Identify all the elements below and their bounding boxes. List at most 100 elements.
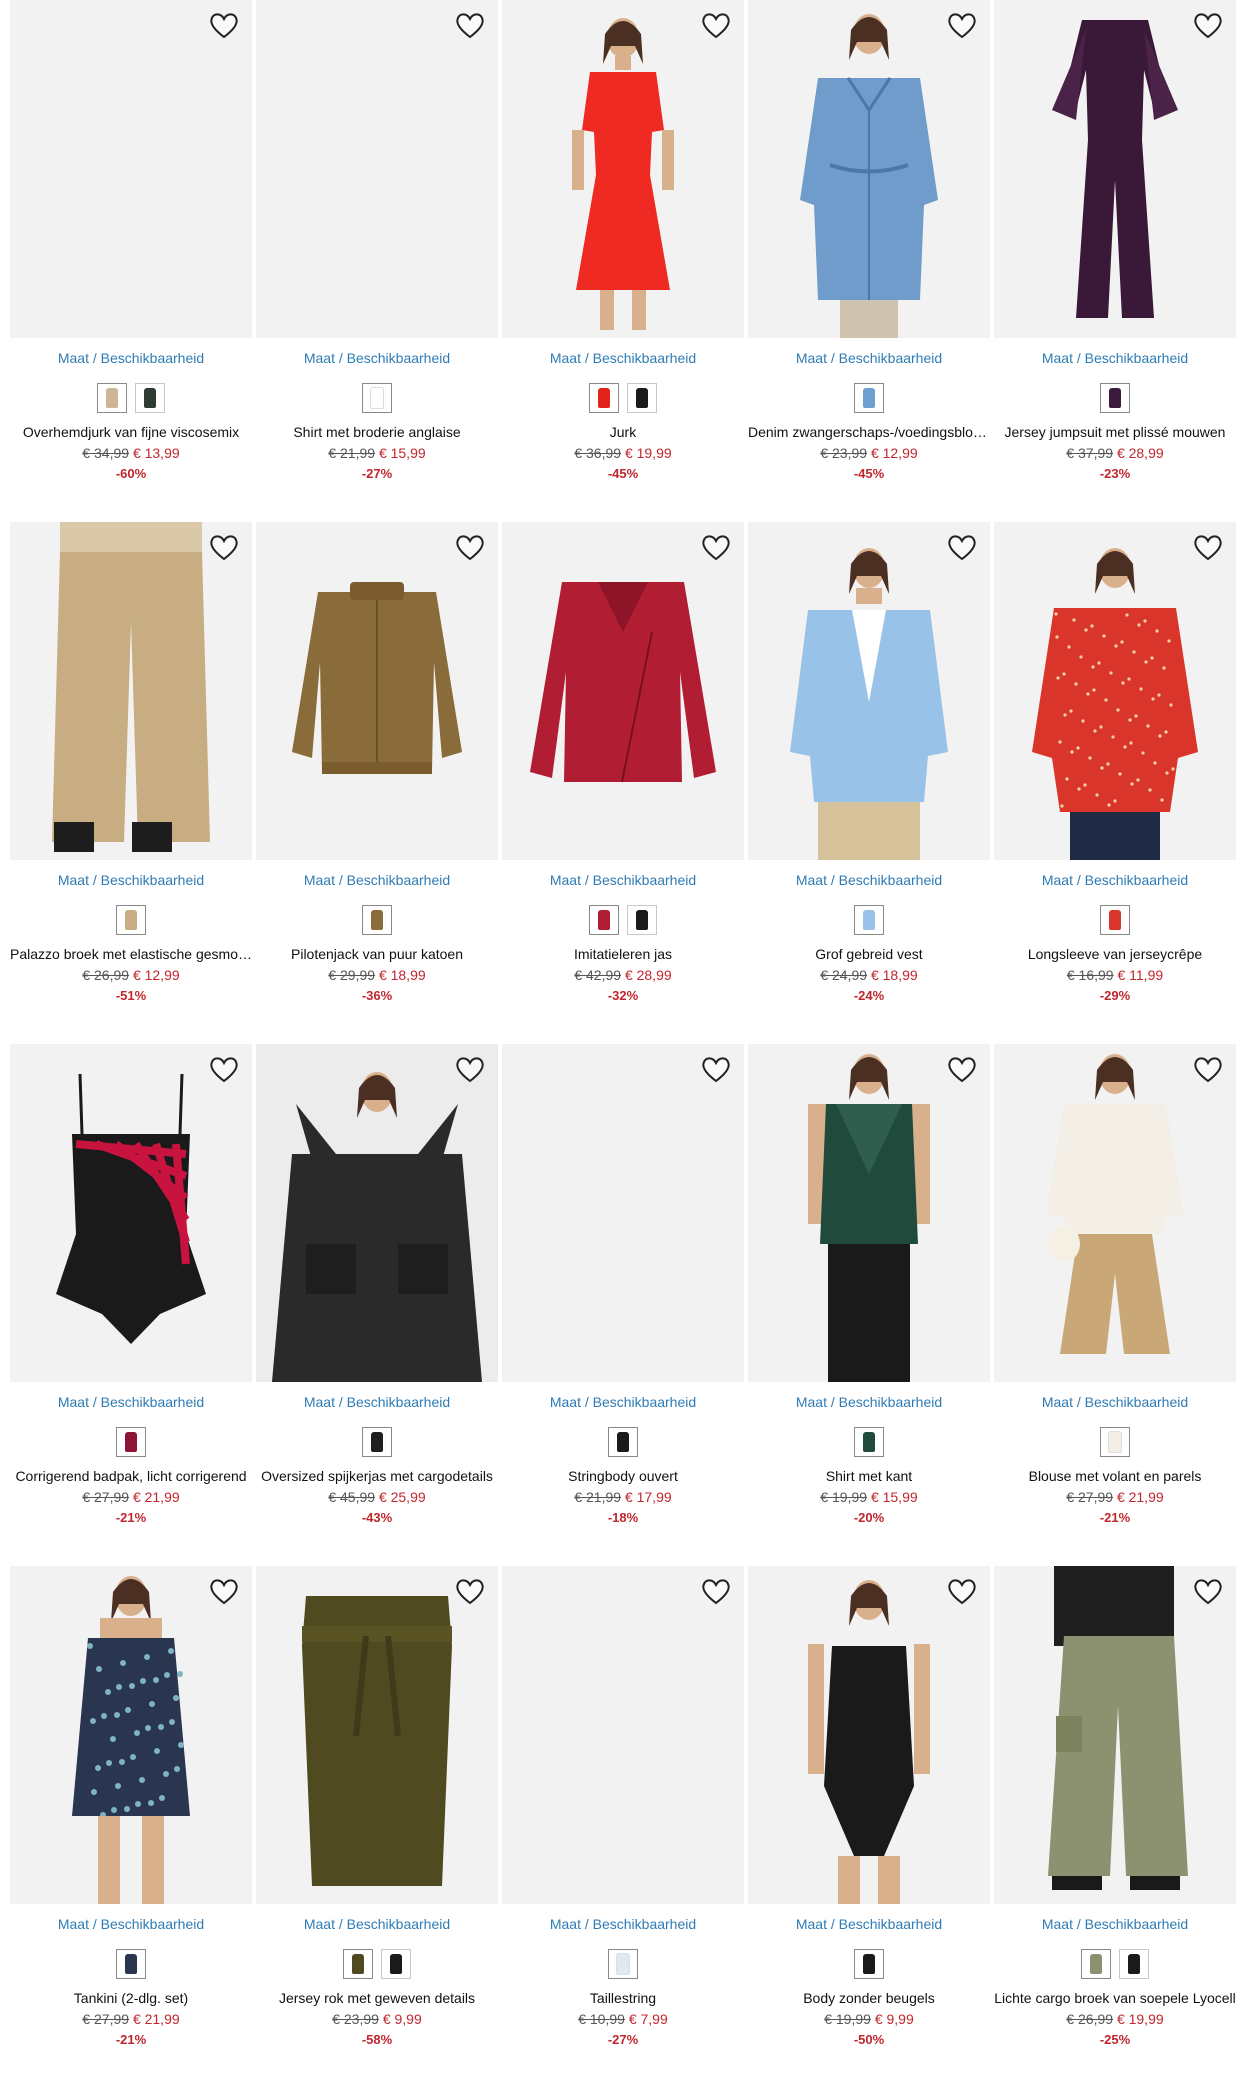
color-swatch[interactable] (381, 1949, 411, 1979)
product-name[interactable]: Lichte cargo broek van soepele Lyocell (994, 1990, 1236, 2006)
product-name[interactable]: Overhemdjurk van fijne viscosemix (10, 424, 252, 440)
size-availability-link[interactable]: Maat / Beschikbaarheid (748, 350, 990, 366)
size-availability-link[interactable]: Maat / Beschikbaarheid (10, 872, 252, 888)
size-availability-link[interactable]: Maat / Beschikbaarheid (256, 1916, 498, 1932)
product-card[interactable]: Maat / Beschikbaarheid Stringbody ouvert… (502, 1044, 744, 1544)
product-image[interactable] (994, 1566, 1236, 1904)
wishlist-heart-icon[interactable] (454, 532, 486, 562)
color-swatch[interactable] (589, 905, 619, 935)
color-swatch[interactable] (1100, 1427, 1130, 1457)
product-name[interactable]: Denim zwangerschaps-/voedingsblouse (748, 424, 990, 440)
product-card[interactable]: Maat / Beschikbaarheid Corrigerend badpa… (10, 1044, 252, 1544)
size-availability-link[interactable]: Maat / Beschikbaarheid (994, 350, 1236, 366)
size-availability-link[interactable]: Maat / Beschikbaarheid (748, 1916, 990, 1932)
size-availability-link[interactable]: Maat / Beschikbaarheid (10, 1394, 252, 1410)
color-swatch[interactable] (135, 383, 165, 413)
product-image[interactable] (256, 0, 498, 338)
wishlist-heart-icon[interactable] (1192, 1576, 1224, 1606)
product-image[interactable] (502, 522, 744, 860)
product-image[interactable] (256, 522, 498, 860)
product-card[interactable]: Maat / Beschikbaarheid Pilotenjack van p… (256, 522, 498, 1022)
product-card[interactable]: Maat / Beschikbaarheid Denim zwangerscha… (748, 0, 990, 500)
color-swatch[interactable] (362, 1427, 392, 1457)
wishlist-heart-icon[interactable] (700, 532, 732, 562)
product-name[interactable]: Grof gebreid vest (748, 946, 990, 962)
size-availability-link[interactable]: Maat / Beschikbaarheid (256, 350, 498, 366)
wishlist-heart-icon[interactable] (1192, 1054, 1224, 1084)
wishlist-heart-icon[interactable] (946, 1054, 978, 1084)
product-card[interactable]: Maat / Beschikbaarheid Palazzo broek met… (10, 522, 252, 1022)
product-image[interactable] (10, 1566, 252, 1904)
size-availability-link[interactable]: Maat / Beschikbaarheid (994, 872, 1236, 888)
product-card[interactable]: Maat / Beschikbaarheid Shirt met kant € … (748, 1044, 990, 1544)
product-image[interactable] (10, 0, 252, 338)
wishlist-heart-icon[interactable] (946, 1576, 978, 1606)
product-name[interactable]: Imitatieleren jas (502, 946, 744, 962)
product-card[interactable]: Maat / Beschikbaarheid Lichte cargo broe… (994, 1566, 1236, 2066)
product-image[interactable] (256, 1566, 498, 1904)
product-card[interactable]: Maat / Beschikbaarheid Imitatieleren jas… (502, 522, 744, 1022)
wishlist-heart-icon[interactable] (208, 1576, 240, 1606)
product-card[interactable]: Maat / Beschikbaarheid Taillestring € 10… (502, 1566, 744, 2066)
color-swatch[interactable] (362, 905, 392, 935)
product-name[interactable]: Jurk (502, 424, 744, 440)
product-card[interactable]: Maat / Beschikbaarheid Tankini (2-dlg. s… (10, 1566, 252, 2066)
color-swatch[interactable] (854, 383, 884, 413)
color-swatch[interactable] (589, 383, 619, 413)
size-availability-link[interactable]: Maat / Beschikbaarheid (748, 1394, 990, 1410)
product-name[interactable]: Oversized spijkerjas met cargodetails (256, 1468, 498, 1484)
wishlist-heart-icon[interactable] (208, 1054, 240, 1084)
color-swatch[interactable] (627, 383, 657, 413)
product-image[interactable] (994, 522, 1236, 860)
product-name[interactable]: Jersey rok met geweven details (256, 1990, 498, 2006)
product-image[interactable] (748, 1044, 990, 1382)
wishlist-heart-icon[interactable] (700, 1576, 732, 1606)
color-swatch[interactable] (608, 1427, 638, 1457)
product-image[interactable] (748, 522, 990, 860)
product-image[interactable] (256, 1044, 498, 1382)
product-card[interactable]: Maat / Beschikbaarheid Blouse met volant… (994, 1044, 1236, 1544)
product-name[interactable]: Palazzo broek met elastische gesmokte ba… (10, 946, 252, 962)
color-swatch[interactable] (116, 1427, 146, 1457)
color-swatch[interactable] (116, 905, 146, 935)
color-swatch[interactable] (1081, 1949, 1111, 1979)
product-image[interactable] (748, 0, 990, 338)
color-swatch[interactable] (343, 1949, 373, 1979)
product-name[interactable]: Tankini (2-dlg. set) (10, 1990, 252, 2006)
product-card[interactable]: Maat / Beschikbaarheid Jersey rok met ge… (256, 1566, 498, 2066)
color-swatch[interactable] (608, 1949, 638, 1979)
product-image[interactable] (502, 1566, 744, 1904)
size-availability-link[interactable]: Maat / Beschikbaarheid (502, 1916, 744, 1932)
product-card[interactable]: Maat / Beschikbaarheid Shirt met broderi… (256, 0, 498, 500)
product-card[interactable]: Maat / Beschikbaarheid Overhemdjurk van … (10, 0, 252, 500)
product-name[interactable]: Shirt met broderie anglaise (256, 424, 498, 440)
wishlist-heart-icon[interactable] (946, 10, 978, 40)
color-swatch[interactable] (97, 383, 127, 413)
size-availability-link[interactable]: Maat / Beschikbaarheid (994, 1916, 1236, 1932)
product-card[interactable]: Maat / Beschikbaarheid Longsleeve van je… (994, 522, 1236, 1022)
size-availability-link[interactable]: Maat / Beschikbaarheid (502, 1394, 744, 1410)
product-name[interactable]: Longsleeve van jerseycrêpe (994, 946, 1236, 962)
wishlist-heart-icon[interactable] (1192, 532, 1224, 562)
wishlist-heart-icon[interactable] (454, 1054, 486, 1084)
color-swatch[interactable] (627, 905, 657, 935)
product-image[interactable] (10, 522, 252, 860)
product-card[interactable]: Maat / Beschikbaarheid Jersey jumpsuit m… (994, 0, 1236, 500)
wishlist-heart-icon[interactable] (946, 532, 978, 562)
product-card[interactable]: Maat / Beschikbaarheid Oversized spijker… (256, 1044, 498, 1544)
wishlist-heart-icon[interactable] (454, 10, 486, 40)
color-swatch[interactable] (854, 1427, 884, 1457)
color-swatch[interactable] (854, 905, 884, 935)
product-card[interactable]: Maat / Beschikbaarheid Grof gebreid vest… (748, 522, 990, 1022)
color-swatch[interactable] (1100, 905, 1130, 935)
product-image[interactable] (994, 1044, 1236, 1382)
product-name[interactable]: Jersey jumpsuit met plissé mouwen (994, 424, 1236, 440)
product-image[interactable] (994, 0, 1236, 338)
color-swatch[interactable] (362, 383, 392, 413)
product-image[interactable] (502, 1044, 744, 1382)
wishlist-heart-icon[interactable] (1192, 10, 1224, 40)
color-swatch[interactable] (1119, 1949, 1149, 1979)
product-image[interactable] (10, 1044, 252, 1382)
product-name[interactable]: Blouse met volant en parels (994, 1468, 1236, 1484)
color-swatch[interactable] (854, 1949, 884, 1979)
